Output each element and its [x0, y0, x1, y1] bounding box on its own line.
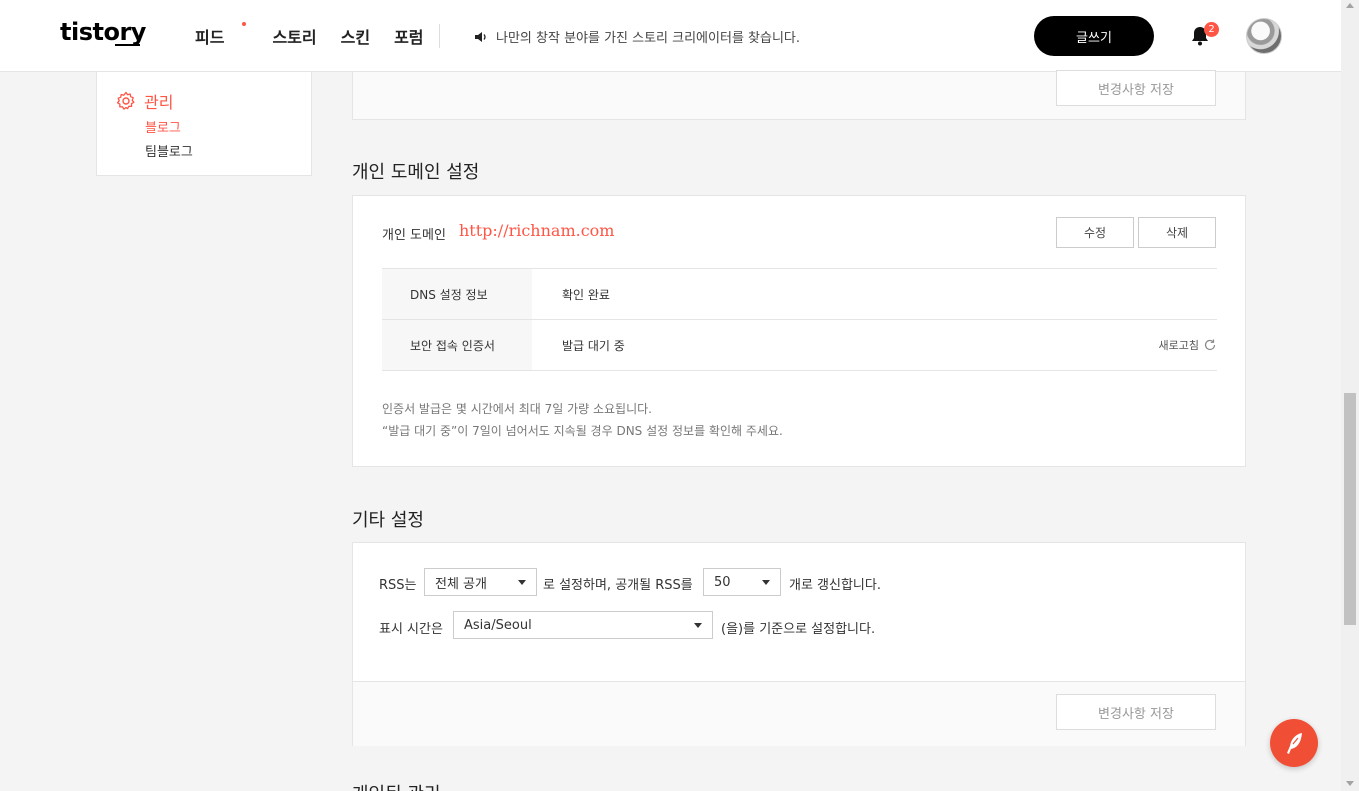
notification-badge: 2 [1204, 22, 1219, 37]
refresh-button[interactable]: 새로고침 [1159, 320, 1217, 370]
refresh-label: 새로고침 [1158, 339, 1199, 352]
notice-banner[interactable]: 나만의 창작 분야를 가진 스토리 크리에이터를 찾습니다. [474, 27, 800, 46]
etc-section-title: 기타 설정 [352, 510, 424, 531]
ssl-cert-value: 발급 대기 중 [562, 338, 625, 353]
quill-icon [1287, 733, 1302, 754]
edit-domain-button[interactable]: 수정 [1056, 217, 1134, 248]
top-header: tistory 피드 스토리 스킨 포럼 나만의 창작 분야를 가진 스토리 크… [0, 0, 1341, 72]
time-suffix: (을)를 기준으로 설정합니다. [721, 622, 876, 637]
domain-section: 개인 도메인 http://richnam.com 수정 삭제 DNS 설정 정… [352, 195, 1246, 467]
next-section-title: 개인된 관리 [352, 780, 441, 791]
scrollbar[interactable] [1341, 0, 1359, 791]
refresh-icon [1204, 339, 1216, 351]
write-button[interactable]: 글쓰기 [1034, 16, 1154, 56]
timezone-select[interactable]: Asia/Seoul [453, 611, 713, 639]
time-prefix: 표시 시간은 [379, 622, 443, 637]
table-row: 보안 접속 인증서 발급 대기 중 새로고침 [382, 320, 1217, 371]
rss-suffix: 개로 갱신합니다. [789, 578, 881, 593]
caret-down-icon [762, 580, 770, 585]
scroll-thumb[interactable] [1344, 393, 1356, 625]
avatar[interactable] [1246, 18, 1282, 54]
floating-action-button[interactable] [1270, 719, 1318, 767]
domain-url[interactable]: http://richnam.com [459, 221, 614, 240]
speaker-icon [475, 31, 486, 42]
main-nav: 피드 스토리 스킨 포럼 [195, 22, 424, 48]
caret-down-icon [694, 623, 702, 628]
rss-middle-text: 로 설정하며, 공개될 RSS를 [543, 578, 693, 593]
rss-scope-value: 전체 공개 [435, 576, 487, 592]
nav-forum[interactable]: 포럼 [394, 24, 423, 48]
delete-domain-button[interactable]: 삭제 [1138, 217, 1216, 248]
rss-count-select[interactable]: 50 [703, 568, 781, 596]
sidebar-item-teamblog[interactable]: 팀블로그 [145, 141, 193, 160]
timezone-value: Asia/Seoul [464, 617, 532, 633]
cert-note-2: “발급 대기 중”이 7일이 넘어서도 지속될 경우 DNS 설정 정보를 확인… [382, 424, 783, 438]
rss-scope-select[interactable]: 전체 공개 [424, 568, 537, 596]
scroll-up-arrow-icon[interactable] [1346, 3, 1354, 8]
gear-icon [116, 91, 135, 110]
save-changes-button-top[interactable]: 변경사항 저장 [1056, 70, 1216, 106]
notice-text: 나만의 창작 분야를 가진 스토리 크리에이터를 찾습니다. [496, 31, 801, 46]
domain-info-table: DNS 설정 정보 확인 완료 보안 접속 인증서 발급 대기 중 새로고침 [382, 268, 1217, 371]
scroll-down-arrow-icon[interactable] [1346, 781, 1354, 786]
etc-section-footer: 변경사항 저장 [353, 681, 1245, 746]
nav-story[interactable]: 스토리 [272, 24, 316, 48]
logo-underline [115, 44, 140, 46]
rss-count-value: 50 [714, 574, 731, 590]
save-changes-button[interactable]: 변경사항 저장 [1056, 694, 1216, 730]
sidebar-title[interactable]: 관리 [116, 89, 173, 113]
domain-section-title: 개인 도메인 설정 [352, 162, 480, 183]
cert-note-1: 인증서 발급은 몇 시간에서 최대 7일 가량 소요됩니다. [382, 402, 652, 416]
previous-section-footer: 변경사항 저장 [352, 70, 1246, 120]
dns-info-label: DNS 설정 정보 [382, 269, 532, 319]
nav-divider [439, 24, 440, 48]
sidebar-title-label: 관리 [144, 93, 174, 112]
tistory-logo[interactable]: tistory [60, 18, 146, 46]
caret-down-icon [518, 580, 526, 585]
sidebar: 관리 블로그 팀블로그 [96, 72, 312, 176]
rss-prefix: RSS는 [379, 578, 417, 593]
nav-skin[interactable]: 스킨 [341, 24, 370, 48]
domain-label: 개인 도메인 [382, 228, 446, 243]
etc-section: RSS는 전체 공개 로 설정하며, 공개될 RSS를 50 개로 갱신합니다.… [352, 542, 1246, 746]
ssl-cert-label: 보안 접속 인증서 [382, 320, 532, 370]
nav-feed[interactable]: 피드 [195, 24, 224, 48]
sidebar-item-blog[interactable]: 블로그 [145, 117, 181, 136]
table-row: DNS 설정 정보 확인 완료 [382, 269, 1217, 320]
dns-info-value: 확인 완료 [562, 287, 610, 302]
